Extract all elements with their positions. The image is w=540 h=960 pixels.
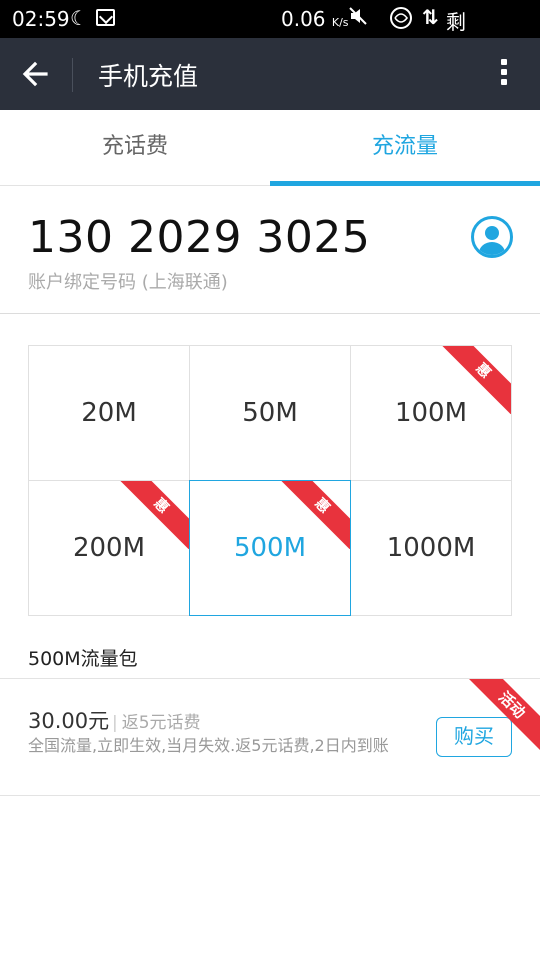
app-bar-divider <box>72 58 73 92</box>
rebate-separator: | <box>112 713 118 733</box>
phone-section: 130 2029 3025 账户绑定号码 (上海联通) <box>0 186 540 314</box>
package-price: 30.00元 <box>28 709 110 733</box>
tab-bar: 充话费 充流量 <box>0 110 540 186</box>
option-200m[interactable]: 200M 惠 <box>28 480 190 616</box>
contact-icon <box>479 226 505 255</box>
page-title: 手机充值 <box>98 62 199 91</box>
option-label: 1000M <box>386 533 476 563</box>
option-100m[interactable]: 100M 惠 <box>350 345 512 481</box>
option-label: 50M <box>242 398 298 428</box>
tab-data-traffic[interactable]: 充流量 <box>270 110 540 186</box>
package-card: 30.00元 | 返5元话费 全国流量,立即生效,当月失效.返5元话费,2日内到账… <box>0 678 540 796</box>
option-1000m[interactable]: 1000M <box>350 480 512 616</box>
option-label: 100M <box>394 398 468 428</box>
package-rebate: | 返5元话费 <box>112 708 201 733</box>
package-title: 500M流量包 <box>28 648 138 670</box>
carrier-icon <box>388 5 414 36</box>
option-label: 500M <box>233 533 307 563</box>
option-50m[interactable]: 50M <box>189 345 351 481</box>
option-500m[interactable]: 500M 惠 <box>189 480 351 616</box>
arrow-left-icon <box>22 61 48 87</box>
phone-subtitle: 账户绑定号码 (上海联通) <box>28 272 228 293</box>
status-time: 02:59 <box>12 7 70 31</box>
rebate-text: 返5元话费 <box>121 713 201 733</box>
mailbox-icon <box>96 9 115 26</box>
buy-button[interactable]: 购买 <box>436 717 512 757</box>
more-button[interactable] <box>490 56 518 92</box>
contact-button[interactable] <box>471 216 513 258</box>
phone-number[interactable]: 130 2029 3025 <box>28 212 370 263</box>
signal-icon: ⇅ <box>422 5 439 29</box>
more-vertical-icon <box>490 59 518 85</box>
option-label: 200M <box>72 533 146 563</box>
data-package-grid: 20M 50M 100M 惠 200M 惠 500M 惠 1000M <box>28 345 512 616</box>
package-description: 全国流量,立即生效,当月失效.返5元话费,2日内到账 <box>28 736 389 755</box>
option-20m[interactable]: 20M <box>28 345 190 481</box>
back-button[interactable] <box>16 54 56 94</box>
speed-value: 0.06 <box>281 7 326 31</box>
tab-call-credit[interactable]: 充话费 <box>0 110 270 185</box>
network-speed: 0.06 K/s <box>281 7 349 31</box>
option-label: 20M <box>81 398 137 428</box>
speed-unit: K/s <box>331 16 349 29</box>
app-bar: 手机充值 <box>0 38 540 110</box>
mute-icon <box>348 6 368 31</box>
moon-icon: ☾ <box>70 6 88 30</box>
status-bar: 02:59 ☾ 0.06 K/s ⇅ 剩663.8M <box>0 0 540 59</box>
